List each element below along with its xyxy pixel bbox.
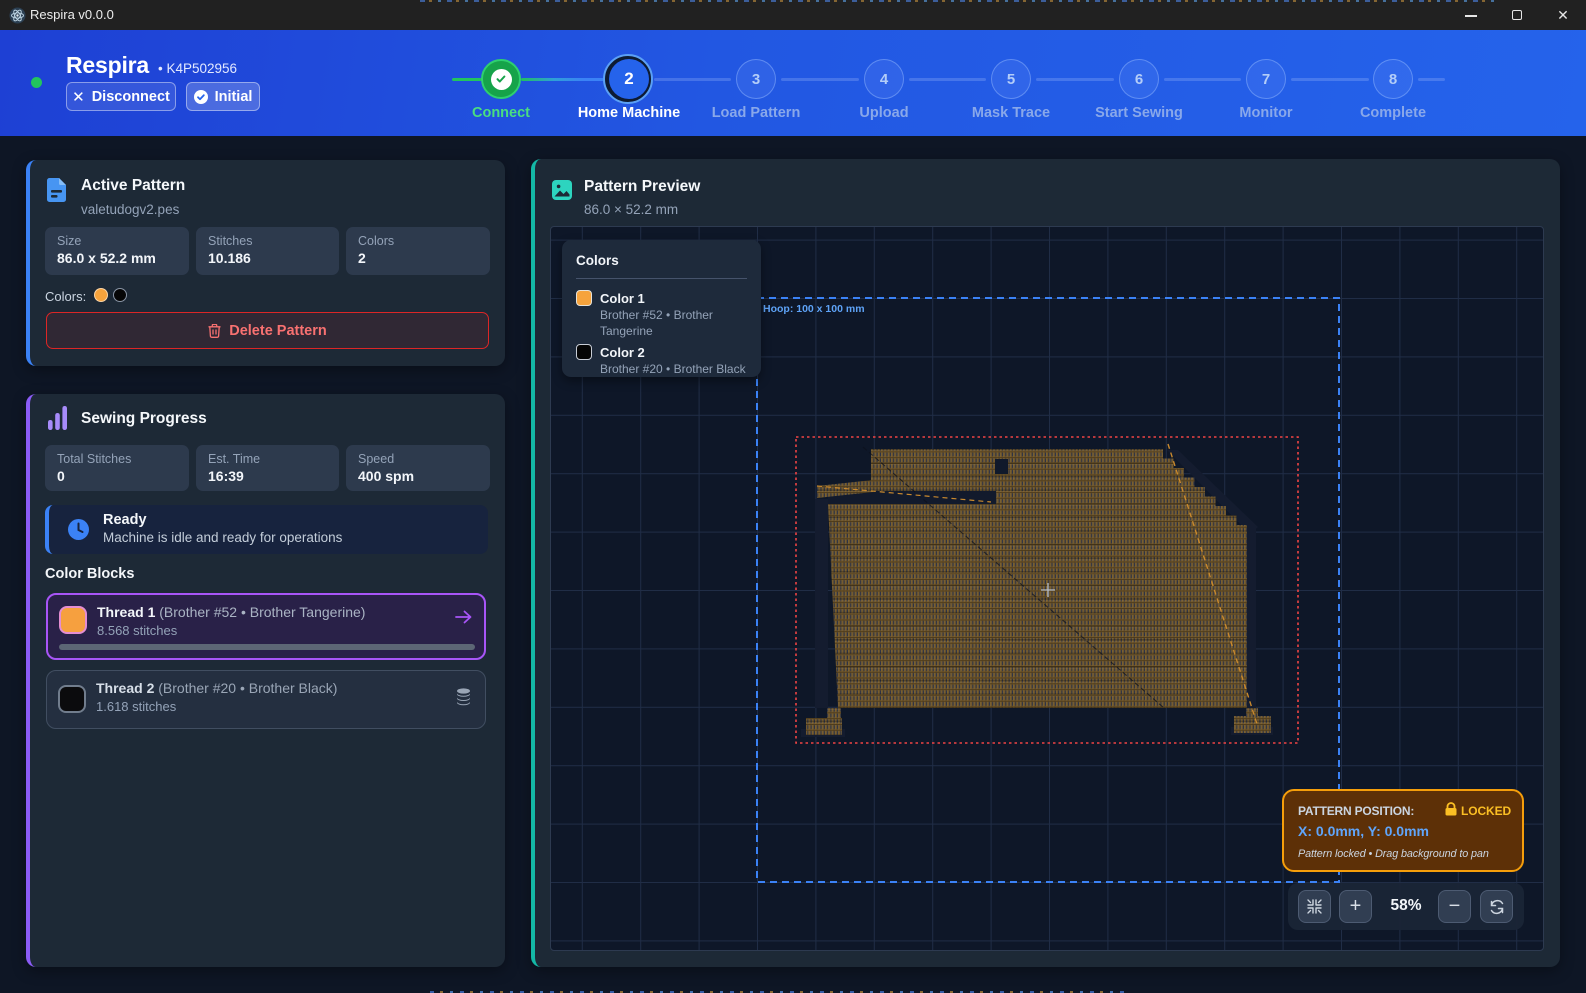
svg-text:Hoop: 100 x 100 mm: Hoop: 100 x 100 mm	[763, 303, 865, 315]
